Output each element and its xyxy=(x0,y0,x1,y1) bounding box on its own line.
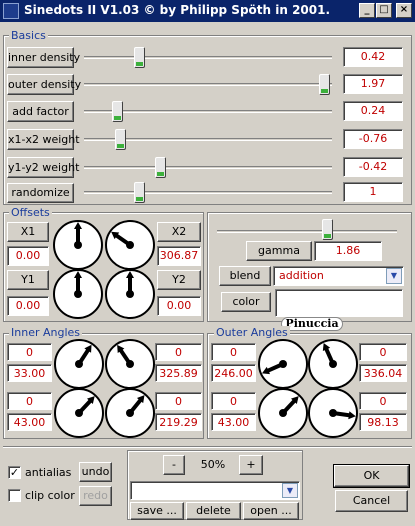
gamma-slider-track[interactable] xyxy=(217,230,397,233)
clip-color-checkbox[interactable] xyxy=(8,489,21,502)
inner-angle-2-dial[interactable] xyxy=(105,339,155,389)
x1-label: X1 xyxy=(7,222,49,242)
minimize-button[interactable]: _ xyxy=(359,3,375,18)
antialias-label: antialias xyxy=(25,466,72,479)
outer-angle-3-value-field[interactable]: 43.00 xyxy=(211,413,256,431)
y2-label: Y2 xyxy=(157,270,201,290)
inner-angle-1-value-field[interactable]: 33.00 xyxy=(7,364,52,382)
y1-offset-dial[interactable] xyxy=(53,269,103,319)
outer-angle-3-count-field[interactable]: 0 xyxy=(211,392,256,410)
slider-value-field[interactable]: 1.97 xyxy=(343,74,403,94)
inner-angle-3-value-field[interactable]: 43.00 xyxy=(7,413,52,431)
preset-select[interactable]: ▼ xyxy=(130,481,300,500)
slider-thumb[interactable] xyxy=(114,129,126,150)
open-preset-button[interactable]: open ... xyxy=(243,502,299,520)
blend-select[interactable]: addition ▼ xyxy=(273,266,404,286)
gamma-label: gamma xyxy=(246,241,312,261)
x1-offset-dial[interactable] xyxy=(53,220,103,270)
title-bar[interactable]: Sinedots II V1.03 © by Philipp Spöth in … xyxy=(0,0,415,22)
randomize-value-field[interactable]: 1 xyxy=(343,182,403,202)
randomize-slider-track[interactable] xyxy=(84,191,332,194)
outer-angle-2-dial[interactable] xyxy=(308,339,358,389)
outer-angles-group-label: Outer Angles xyxy=(214,326,290,339)
outer-angle-2-value-field[interactable]: 336.04 xyxy=(359,364,407,382)
y2-offset-dial[interactable] xyxy=(105,269,155,319)
antialias-checkbox[interactable]: ✓ xyxy=(8,466,21,479)
slider-label: x1-x2 weight xyxy=(7,129,80,150)
inner-angle-2-count-field[interactable]: 0 xyxy=(155,343,202,361)
slider-thumb[interactable] xyxy=(133,47,145,68)
outer-angle-2-count-field[interactable]: 0 xyxy=(359,343,407,361)
offsets-group-label: Offsets xyxy=(9,206,52,219)
inner-angle-1-dial[interactable] xyxy=(54,339,104,389)
slider-thumb[interactable] xyxy=(155,157,167,178)
ok-button[interactable]: OK xyxy=(333,464,410,488)
inner-angle-4-count-field[interactable]: 0 xyxy=(155,392,202,410)
slider-value-field[interactable]: -0.76 xyxy=(343,129,403,149)
outer-angle-3-dial[interactable] xyxy=(258,388,308,438)
outer-angle-1-count-field[interactable]: 0 xyxy=(211,343,256,361)
zoom-level: 50% xyxy=(200,458,226,471)
checkmark-icon: ✓ xyxy=(9,466,20,479)
cancel-button[interactable]: Cancel xyxy=(335,490,408,512)
close-button[interactable]: × xyxy=(396,3,412,18)
blend-select-value: addition xyxy=(279,269,324,282)
slider-value-field[interactable]: 0.24 xyxy=(343,101,403,121)
chevron-down-icon[interactable]: ▼ xyxy=(386,268,402,284)
slider-thumb[interactable] xyxy=(318,74,330,95)
zoom-in-button[interactable]: + xyxy=(239,455,263,475)
outer-angle-4-value-field[interactable]: 98.13 xyxy=(359,413,407,431)
randomize-slider-thumb[interactable] xyxy=(133,182,145,203)
undo-button[interactable]: undo xyxy=(79,462,112,482)
color-label: color xyxy=(221,292,271,312)
inner-angle-4-dial[interactable] xyxy=(105,388,155,438)
gamma-slider-thumb[interactable] xyxy=(321,219,333,240)
x1-value-field[interactable]: 0.00 xyxy=(7,246,49,266)
inner-angles-group-label: Inner Angles xyxy=(9,326,83,339)
outer-angle-4-dial[interactable] xyxy=(308,388,358,438)
inner-angle-4-value-field[interactable]: 219.29 xyxy=(155,413,202,431)
x2-offset-dial[interactable] xyxy=(105,220,155,270)
slider-label: y1-y2 weight xyxy=(7,157,79,178)
outer-angle-4-count-field[interactable]: 0 xyxy=(359,392,407,410)
slider-label: outer density xyxy=(7,74,81,95)
color-swatch[interactable] xyxy=(275,289,403,317)
chevron-down-icon[interactable]: ▼ xyxy=(282,483,298,498)
save-preset-button[interactable]: save ... xyxy=(130,502,184,520)
redo-button[interactable]: redo xyxy=(79,486,112,506)
inner-angle-1-count-field[interactable]: 0 xyxy=(7,343,52,361)
basics-group-label: Basics xyxy=(9,29,48,42)
slider-label: inner density xyxy=(7,47,80,68)
y2-value-field[interactable]: 0.00 xyxy=(157,296,201,316)
footer-separator xyxy=(3,446,412,448)
slider-track[interactable] xyxy=(84,56,332,59)
slider-label: add factor xyxy=(7,101,74,122)
y1-label: Y1 xyxy=(7,270,49,290)
slider-thumb[interactable] xyxy=(112,101,124,122)
inner-angle-3-dial[interactable] xyxy=(54,388,104,438)
maximize-button[interactable]: □ xyxy=(376,3,392,18)
zoom-out-button[interactable]: - xyxy=(163,455,185,475)
outer-angle-1-value-field[interactable]: 246.00 xyxy=(211,364,256,382)
window-title: Sinedots II V1.03 © by Philipp Spöth in … xyxy=(24,3,331,17)
slider-value-field[interactable]: -0.42 xyxy=(343,157,403,177)
delete-preset-button[interactable]: delete xyxy=(186,502,241,520)
x2-value-field[interactable]: 306.87 xyxy=(157,246,201,266)
y1-value-field[interactable]: 0.00 xyxy=(7,296,49,316)
clip-color-label: clip color xyxy=(25,489,75,502)
watermark: Pinuccia xyxy=(281,317,343,331)
slider-track[interactable] xyxy=(84,83,332,86)
blend-label: blend xyxy=(219,266,271,286)
x2-label: X2 xyxy=(157,222,201,242)
slider-track[interactable] xyxy=(84,166,332,169)
inner-angle-2-value-field[interactable]: 325.89 xyxy=(155,364,202,382)
gamma-value-field[interactable]: 1.86 xyxy=(314,241,382,261)
inner-angle-3-count-field[interactable]: 0 xyxy=(7,392,52,410)
randomize-button[interactable]: randomize xyxy=(7,183,74,203)
app-icon[interactable] xyxy=(3,3,19,19)
outer-angle-1-dial[interactable] xyxy=(258,339,308,389)
slider-value-field[interactable]: 0.42 xyxy=(343,47,403,67)
